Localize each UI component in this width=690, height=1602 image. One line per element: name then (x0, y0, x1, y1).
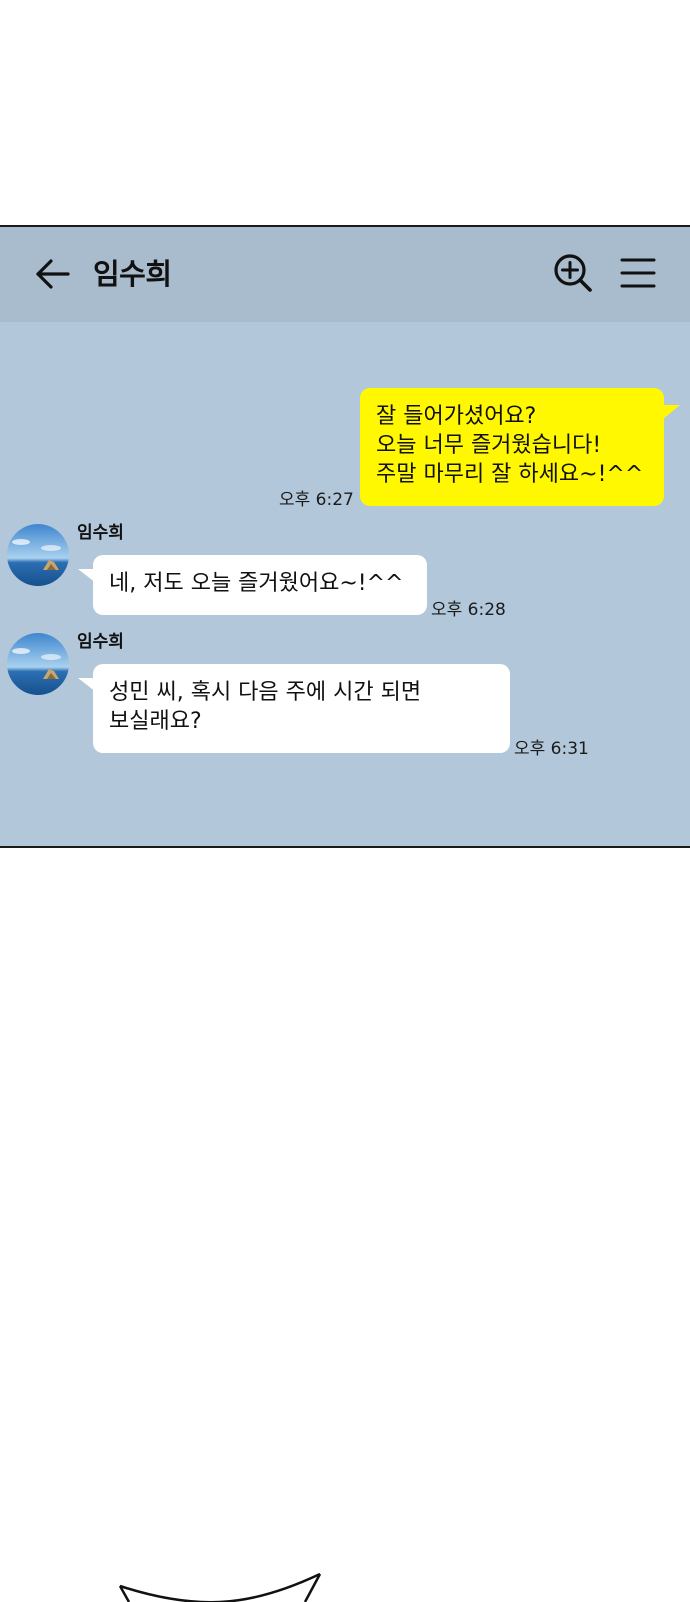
avatar[interactable] (7, 524, 69, 586)
chat-title: 임수희 (93, 257, 172, 291)
sender-name: 임수희 (77, 523, 124, 543)
message-text: 보실래요? (109, 709, 202, 734)
message-bubble-sent[interactable]: 잘 들어가셨어요? 오늘 너무 즐거웠습니다! 주말 마무리 잘 하세요~!^^ (360, 388, 664, 506)
chat-header: 임수희 (0, 227, 690, 322)
bubble-tail (662, 405, 680, 420)
message-text: 성민 씨, 혹시 다음 주에 시간 되면 (109, 680, 422, 705)
message-time: 오후 6:28 (431, 600, 506, 620)
message-text: 주말 마무리 잘 하세요~!^^ (376, 462, 644, 487)
avatar[interactable] (7, 633, 69, 695)
hamburger-menu-icon[interactable] (620, 257, 656, 289)
zoom-in-icon[interactable] (553, 253, 593, 293)
message-text: 네, 저도 오늘 즐거웠어요~!^^ (109, 571, 404, 596)
message-text: 잘 들어가셨어요? (376, 404, 537, 429)
avatar-image (7, 524, 69, 586)
speech-balloon-edge-decoration (118, 1572, 322, 1602)
avatar-image (7, 633, 69, 695)
message-bubble-received[interactable]: 성민 씨, 혹시 다음 주에 시간 되면 보실래요? (93, 664, 510, 753)
back-arrow-icon[interactable] (34, 255, 72, 293)
message-text: 오늘 너무 즐거웠습니다! (376, 433, 602, 458)
message-bubble-received[interactable]: 네, 저도 오늘 즐거웠어요~!^^ (93, 555, 427, 615)
message-time: 오후 6:27 (279, 490, 354, 510)
message-time: 오후 6:31 (514, 739, 589, 759)
sender-name: 임수희 (77, 632, 124, 652)
chat-window: 임수희 오후 6:27 잘 들어가셨어요? 오늘 너무 즐거웠습니다! 주말 마… (0, 225, 690, 848)
